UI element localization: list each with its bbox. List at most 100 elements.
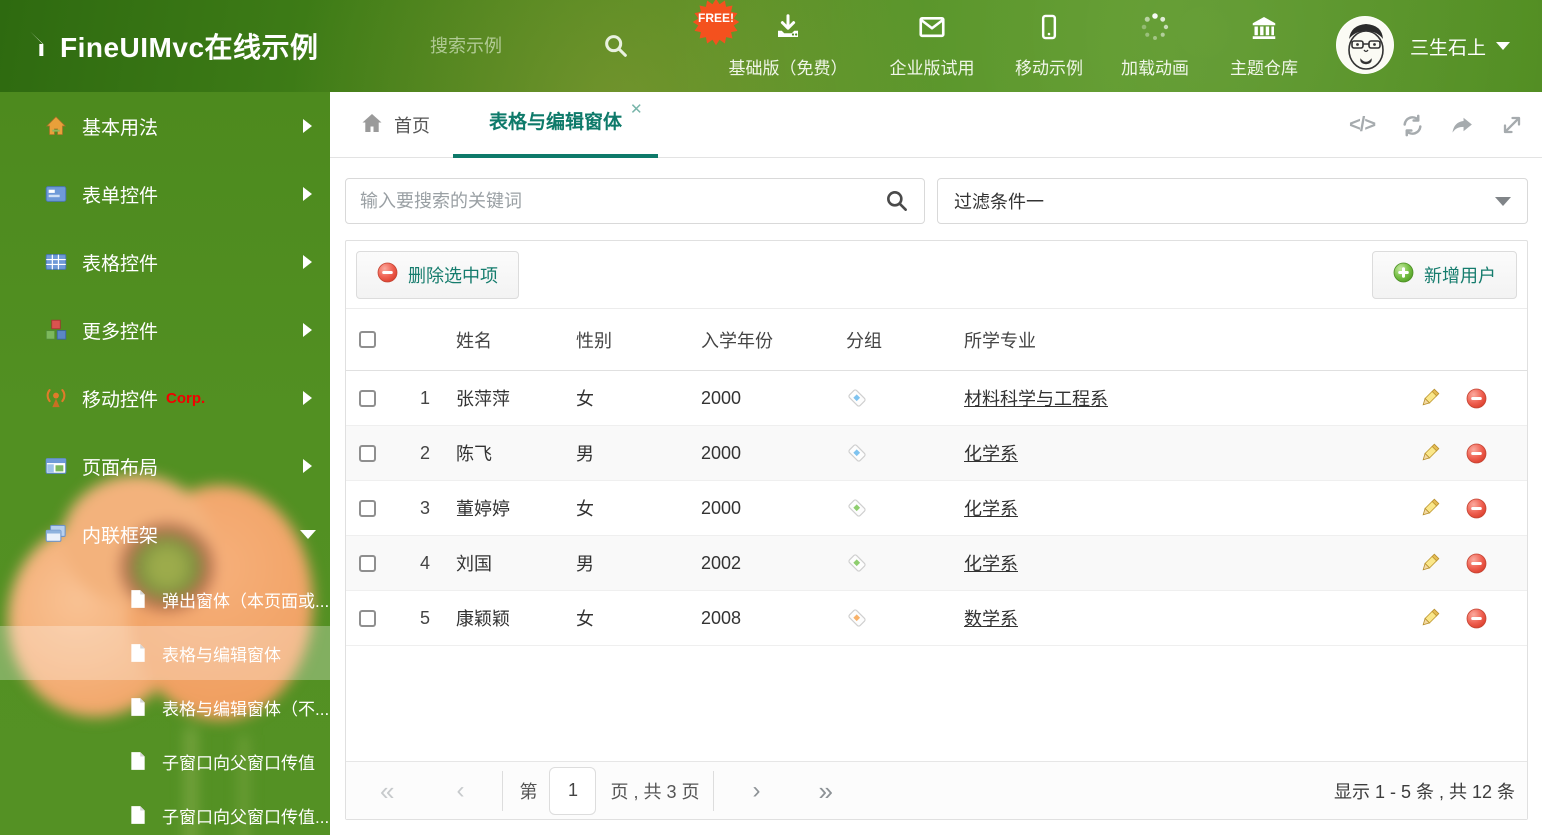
sidebar-item-basic-usage[interactable]: 基本用法 (0, 92, 330, 160)
sidebar-subitem-child-to-parent[interactable]: 子窗口向父窗口传值 (0, 734, 330, 788)
sidebar-item-page-layout[interactable]: 页面布局 (0, 432, 330, 500)
sidebar-item-label: 移动控件 (82, 389, 159, 411)
chevron-right-icon (303, 459, 312, 473)
cell-name: 陈飞 (456, 444, 492, 464)
cell-gender: 女 (576, 609, 594, 629)
sidebar-item-iframe[interactable]: 内联框架 (0, 500, 330, 568)
first-page-icon[interactable]: « (380, 778, 394, 804)
bank-icon (1248, 12, 1280, 47)
sidebar-subitem-grid-edit-window-no[interactable]: 表格与编辑窗体（不... (0, 680, 330, 734)
share-icon[interactable] (1450, 113, 1475, 138)
sidebar-item-label: 表格控件 (82, 253, 159, 275)
sidebar-item-label: 内联框架 (82, 525, 159, 547)
sidebar-item-grid-controls[interactable]: 表格控件 (0, 228, 330, 296)
cell-gender: 男 (576, 554, 594, 574)
nav-item-label: 主题仓库 (1230, 59, 1298, 78)
major-link[interactable]: 化学系 (964, 444, 1018, 464)
edit-pencil-icon[interactable] (1419, 443, 1440, 464)
tab-home-label: 首页 (394, 116, 430, 136)
cell-name: 康颖颖 (456, 609, 510, 629)
sidebar: 基本用法 表单控件 表格控件 更多控件 移动控件 Corp. 页面布局 内联框架… (0, 92, 330, 835)
row-checkbox[interactable] (359, 609, 376, 627)
chevron-down-icon (1496, 42, 1511, 50)
chevron-right-icon (303, 255, 312, 269)
column-header-name[interactable]: 姓名 (444, 327, 564, 353)
prev-page-icon[interactable]: ‹ (456, 778, 464, 803)
search-icon[interactable] (884, 188, 910, 214)
edit-pencil-icon[interactable] (1419, 608, 1440, 629)
user-menu[interactable]: 三生石上 (1410, 0, 1511, 92)
sidebar-subitem-popup-window[interactable]: 弹出窗体（本页面或... (0, 572, 330, 626)
column-header-major[interactable]: 所学专业 (949, 327, 1384, 353)
search-icon[interactable] (602, 32, 630, 65)
edit-pencil-icon[interactable] (1419, 553, 1440, 574)
cell-name: 张萍萍 (456, 389, 510, 409)
sidebar-item-label: 更多控件 (82, 321, 159, 343)
refresh-icon[interactable] (1400, 113, 1425, 138)
header-search-input[interactable] (430, 26, 590, 66)
cell-gender: 男 (576, 444, 594, 464)
delete-row-icon[interactable] (1466, 608, 1487, 629)
delete-row-icon[interactable] (1466, 443, 1487, 464)
row-checkbox[interactable] (359, 554, 376, 572)
sidebar-item-form-controls[interactable]: 表单控件 (0, 160, 330, 228)
column-header-gender[interactable]: 性别 (564, 327, 684, 353)
envelope-icon (916, 12, 948, 47)
source-code-icon[interactable]: </> (1349, 114, 1376, 137)
file-icon (128, 643, 148, 663)
minus-circle-icon (377, 262, 398, 288)
major-link[interactable]: 数学系 (964, 609, 1018, 629)
nav-item-theme-store[interactable]: 主题仓库 (1189, 12, 1339, 79)
row-index: 3 (419, 497, 430, 518)
tab-grid-edit-window[interactable]: 表格与编辑窗体 (453, 92, 658, 158)
add-user-button[interactable]: 新增用户 (1372, 251, 1517, 299)
row-checkbox[interactable] (359, 499, 376, 517)
user-avatar[interactable] (1336, 16, 1394, 74)
delete-row-icon[interactable] (1466, 388, 1487, 409)
sidebar-item-mobile-controls[interactable]: 移动控件 Corp. (0, 364, 330, 432)
file-icon (128, 697, 148, 717)
close-icon[interactable]: ✕ (630, 100, 643, 118)
last-page-icon[interactable]: » (818, 778, 832, 804)
free-badge-label: FREE! (698, 11, 734, 25)
major-link[interactable]: 化学系 (964, 554, 1018, 574)
sidebar-subitem-grid-edit-window[interactable]: 表格与编辑窗体 (0, 626, 330, 680)
spinner-icon (1140, 12, 1170, 47)
table-row: 2 陈飞 男 2000 化学系 (346, 426, 1527, 481)
delete-row-icon[interactable] (1466, 498, 1487, 519)
tab-toolbar: </> (1349, 92, 1524, 158)
expand-icon[interactable] (1500, 113, 1524, 137)
page-number-input[interactable] (549, 766, 597, 815)
pagination-bar: « ‹ 第 页 , 共 3 页 › » 显示 1 - 5 条 , 共 12 条 (346, 761, 1527, 819)
sidebar-subitem-child-to-parent-2[interactable]: 子窗口向父窗口传值... (0, 788, 330, 835)
keyword-search-input[interactable] (346, 190, 884, 212)
chevron-down-icon (300, 529, 316, 539)
cell-year: 2000 (701, 387, 742, 408)
column-header-group[interactable]: 分组 (829, 327, 949, 353)
row-checkbox[interactable] (359, 444, 376, 462)
home-icon (360, 111, 384, 140)
edit-pencil-icon[interactable] (1419, 388, 1440, 409)
cell-gender: 女 (576, 499, 594, 519)
antenna-icon (45, 387, 67, 409)
sidebar-item-more-controls[interactable]: 更多控件 (0, 296, 330, 364)
major-link[interactable]: 化学系 (964, 499, 1018, 519)
select-all-checkbox[interactable] (359, 331, 376, 348)
app-logo[interactable]: FineUIMvc在线示例 (14, 0, 319, 92)
delete-selected-button[interactable]: 删除选中项 (356, 251, 519, 299)
cell-year: 2002 (701, 552, 742, 573)
table-row: 1 张萍萍 女 2000 材料科学与工程系 (346, 371, 1527, 426)
sidebar-subitem-label: 子窗口向父窗口传值 (162, 753, 315, 773)
tag-icon (829, 387, 949, 409)
next-page-icon[interactable]: › (752, 778, 760, 803)
major-link[interactable]: 材料科学与工程系 (964, 389, 1108, 409)
cell-name: 刘国 (456, 554, 492, 574)
filter-dropdown[interactable]: 过滤条件一 (937, 178, 1528, 224)
delete-row-icon[interactable] (1466, 553, 1487, 574)
page-suffix: 页 , 共 3 页 (610, 781, 700, 802)
edit-pencil-icon[interactable] (1419, 498, 1440, 519)
row-checkbox[interactable] (359, 389, 376, 407)
tab-home[interactable]: 首页 (360, 92, 430, 158)
frames-icon (45, 523, 67, 545)
column-header-year[interactable]: 入学年份 (684, 327, 829, 353)
